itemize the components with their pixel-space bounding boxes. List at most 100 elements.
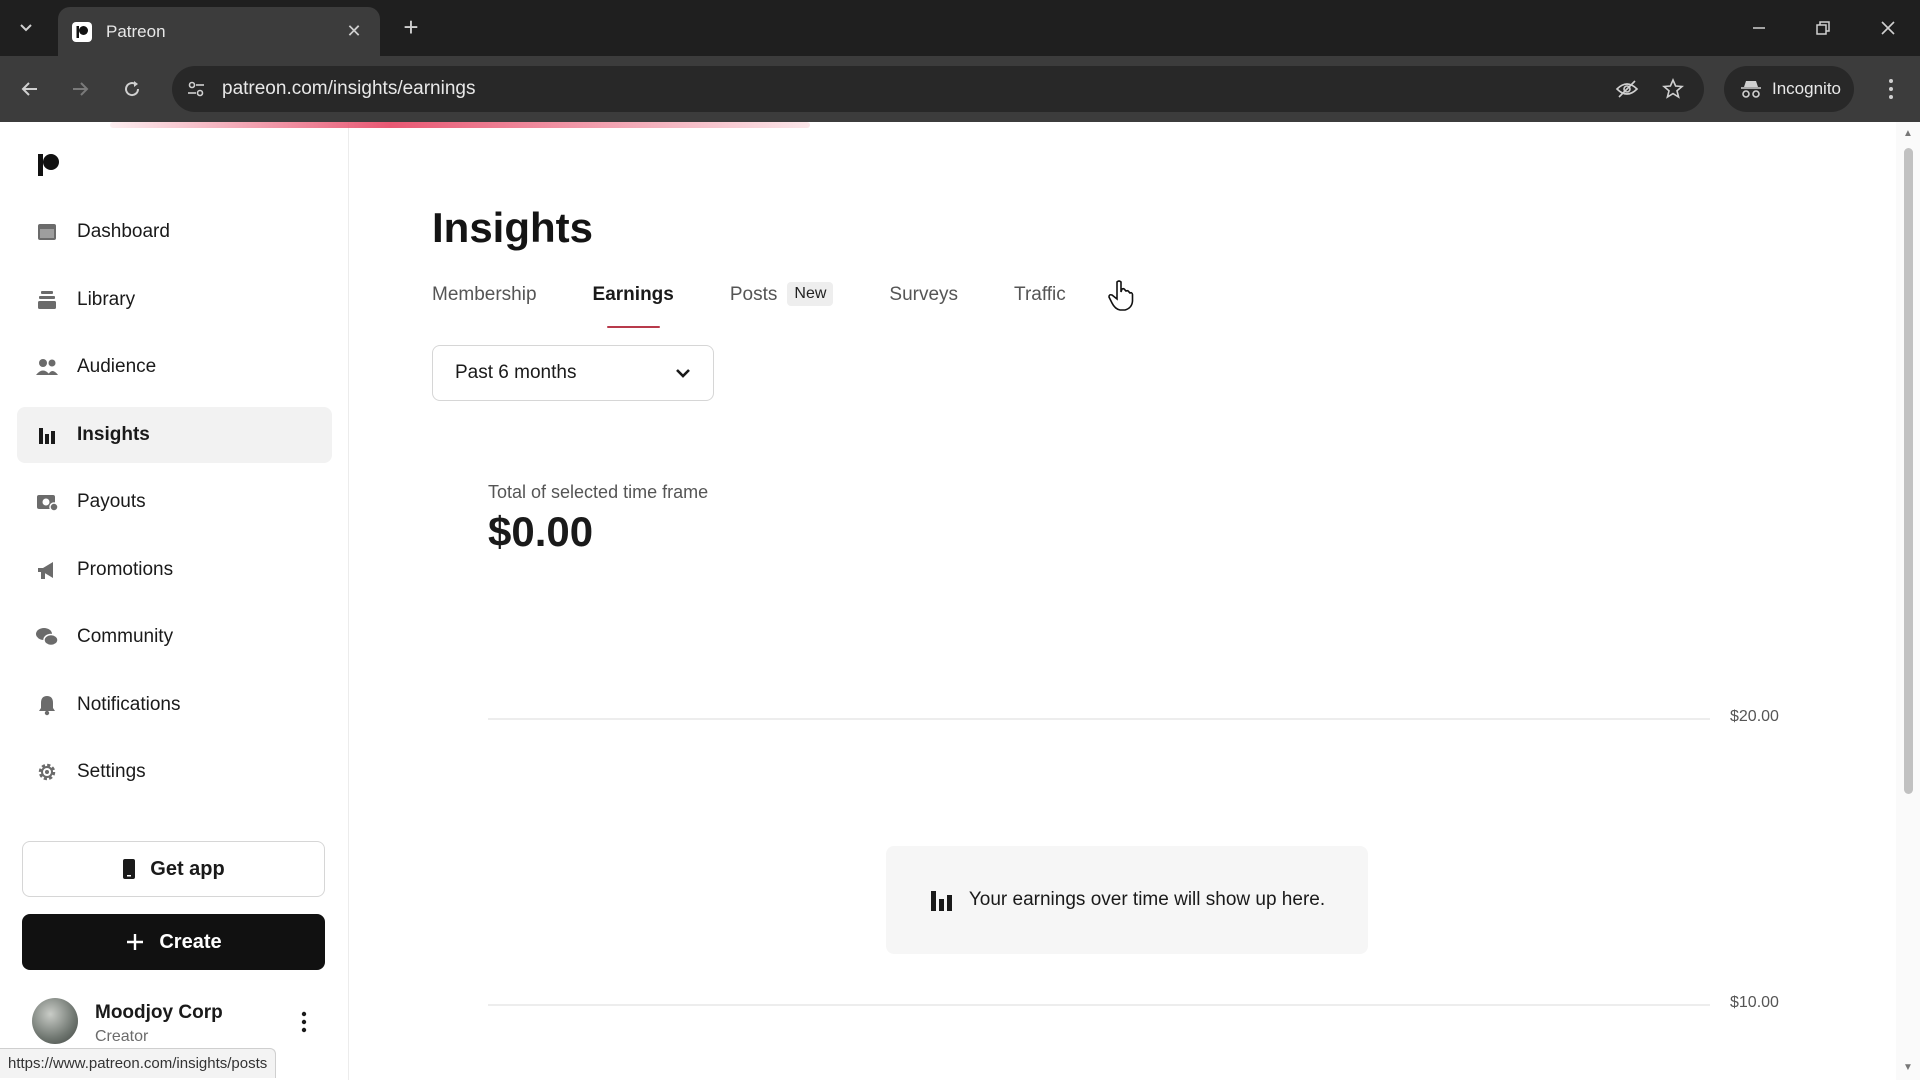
- back-button[interactable]: [10, 69, 50, 109]
- y-axis-label: $20.00: [1730, 708, 1779, 725]
- library-icon: [35, 288, 59, 312]
- sidebar-item-label: Insights: [77, 423, 150, 445]
- scroll-up-arrow-icon[interactable]: ▲: [1903, 128, 1915, 139]
- new-tab-button[interactable]: +: [396, 12, 426, 42]
- sidebar-item-insights[interactable]: Insights: [17, 406, 332, 463]
- get-app-label: Get app: [150, 857, 225, 880]
- address-bar[interactable]: patreon.com/insights/earnings: [172, 66, 1704, 112]
- minimize-icon: [1753, 27, 1765, 29]
- restore-icon: [1816, 21, 1830, 35]
- close-icon: [1881, 21, 1895, 35]
- incognito-label: Incognito: [1772, 79, 1841, 98]
- sidebar: Dashboard Library Audience Insights Payo…: [0, 122, 349, 1080]
- eye-off-icon[interactable]: [1612, 74, 1642, 104]
- close-tab-icon[interactable]: ✕: [342, 21, 366, 42]
- browser-menu-button[interactable]: [1876, 72, 1906, 106]
- bar-chart-icon: [930, 891, 952, 911]
- browser-tab[interactable]: Patreon ✕: [58, 7, 380, 56]
- gear-icon: [35, 760, 59, 784]
- restore-button[interactable]: [1805, 12, 1841, 44]
- create-label: Create: [159, 930, 222, 953]
- close-window-button[interactable]: [1870, 12, 1906, 44]
- user-menu-button[interactable]: [294, 1008, 314, 1036]
- main-content: Insights Membership Earnings Posts New S…: [350, 122, 1896, 1080]
- sidebar-item-library[interactable]: Library: [17, 272, 332, 328]
- hand-cursor-icon: [1108, 280, 1134, 311]
- browser-toolbar: patreon.com/insights/earnings Incognito: [0, 56, 1920, 122]
- sidebar-item-label: Promotions: [77, 558, 174, 580]
- sidebar-item-label: Community: [77, 626, 174, 647]
- total-value: $0.00: [488, 508, 594, 555]
- tab-list-button[interactable]: [8, 10, 44, 46]
- total-label: Total of selected time frame: [488, 482, 709, 502]
- time-range-select[interactable]: Past 6 months: [432, 345, 714, 401]
- browser-tab-bar: Patreon ✕ +: [0, 0, 1920, 56]
- arrow-right-icon: [73, 82, 89, 96]
- more-vertical-icon: [1889, 79, 1893, 99]
- payouts-icon: [35, 490, 59, 514]
- create-button[interactable]: Create: [22, 914, 325, 970]
- sidebar-item-audience[interactable]: Audience: [17, 339, 332, 395]
- sidebar-item-label: Library: [77, 288, 136, 310]
- scrollbar-thumb[interactable]: [1904, 148, 1913, 794]
- tab-membership[interactable]: Membership: [432, 284, 537, 328]
- insights-icon: [35, 423, 59, 447]
- chart-gridline: [488, 718, 1710, 720]
- user-role: Creator: [95, 1028, 149, 1045]
- sidebar-item-label: Audience: [77, 356, 157, 377]
- y-axis-label: $10.00: [1730, 994, 1779, 1011]
- patreon-page: Dashboard Library Audience Insights Payo…: [0, 122, 1920, 1080]
- bookmark-star-icon[interactable]: [1658, 74, 1688, 104]
- sidebar-item-settings[interactable]: Settings: [17, 744, 332, 800]
- forward-button[interactable]: [60, 69, 100, 109]
- phone-icon: [123, 859, 136, 879]
- link-status-bar: https://www.patreon.com/insights/posts: [0, 1048, 277, 1078]
- arrow-left-icon: [21, 82, 37, 96]
- chart-gridline: [488, 1004, 1710, 1006]
- incognito-indicator[interactable]: Incognito: [1724, 66, 1854, 112]
- tab-label: Earnings: [592, 284, 674, 305]
- tab-surveys[interactable]: Surveys: [889, 284, 958, 328]
- dashboard-icon: [35, 220, 59, 244]
- sidebar-nav: Dashboard Library Audience Insights Payo…: [17, 204, 332, 812]
- tab-label: Surveys: [889, 284, 959, 305]
- tab-label: Membership: [432, 284, 537, 305]
- scroll-down-arrow-icon[interactable]: ▼: [1903, 1062, 1915, 1073]
- address-url: patreon.com/insights/earnings: [222, 78, 476, 99]
- sidebar-item-notifications[interactable]: Notifications: [17, 677, 332, 733]
- sidebar-item-payouts[interactable]: Payouts: [17, 474, 332, 530]
- sidebar-item-community[interactable]: Community: [17, 609, 332, 665]
- page-title: Insights: [432, 204, 594, 251]
- empty-message-text: Your earnings over time will show up her…: [968, 889, 1326, 910]
- sidebar-item-dashboard[interactable]: Dashboard: [17, 204, 332, 260]
- reload-icon: [125, 81, 140, 97]
- site-settings-icon: [188, 81, 204, 97]
- sidebar-item-label: Dashboard: [77, 221, 170, 242]
- time-range-value: Past 6 months: [455, 362, 577, 383]
- page-loading-bar: [110, 122, 810, 128]
- sidebar-item-label: Notifications: [77, 693, 181, 715]
- tab-posts[interactable]: Posts New: [729, 282, 834, 328]
- plus-icon: [127, 934, 144, 950]
- tab-traffic[interactable]: Traffic: [1014, 284, 1066, 328]
- new-badge: New: [787, 282, 834, 306]
- sidebar-item-promotions[interactable]: Promotions: [17, 542, 332, 598]
- audience-icon: [35, 355, 59, 379]
- chart-empty-message: Your earnings over time will show up her…: [886, 846, 1368, 954]
- tab-earnings[interactable]: Earnings: [593, 284, 674, 328]
- sidebar-item-label: Payouts: [77, 491, 146, 512]
- megaphone-icon: [35, 558, 59, 582]
- get-app-button[interactable]: Get app: [22, 841, 325, 897]
- minimize-button[interactable]: [1741, 12, 1777, 44]
- tab-label: Posts: [729, 284, 778, 305]
- chevron-down-icon: [676, 369, 690, 378]
- patreon-logo-icon[interactable]: [36, 152, 62, 178]
- reload-button[interactable]: [112, 69, 152, 109]
- patreon-favicon-icon: [72, 21, 92, 42]
- incognito-icon: [1741, 81, 1761, 98]
- earnings-chart: $20.00 $10.00 Your earnings over time wi…: [488, 572, 1779, 1080]
- avatar[interactable]: [32, 998, 78, 1044]
- user-name: Moodjoy Corp: [95, 1002, 223, 1023]
- bell-icon: [35, 693, 59, 717]
- community-icon: [35, 625, 59, 649]
